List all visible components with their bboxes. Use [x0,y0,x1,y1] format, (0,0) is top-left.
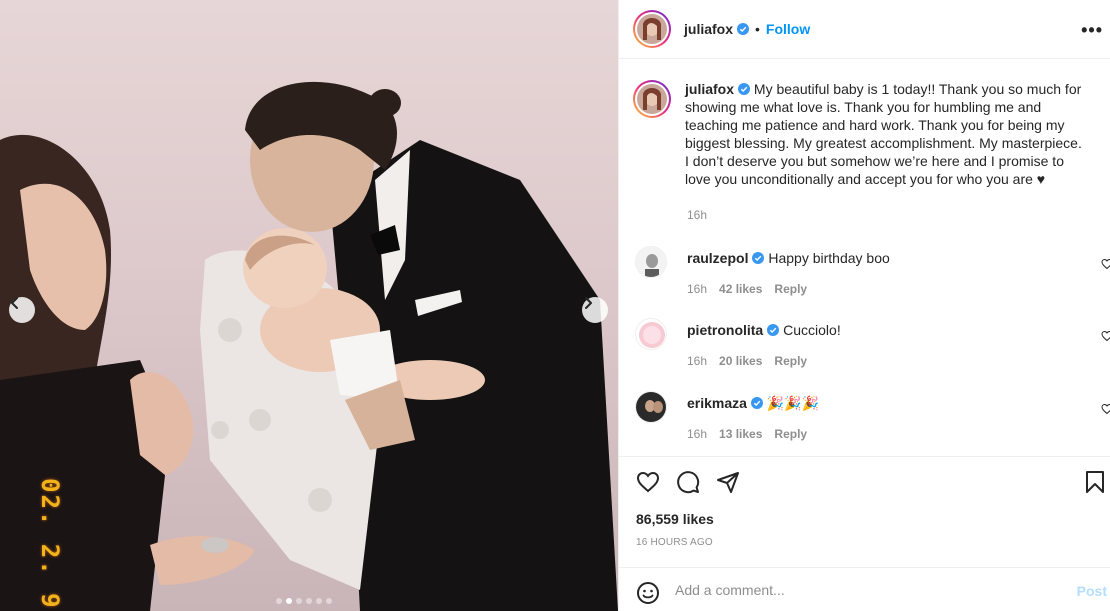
avatar-image [637,14,667,44]
carousel-prev-button[interactable] [9,297,35,323]
commenter-username[interactable]: erikmaza [687,395,747,411]
comment-composer: Post [619,567,1110,611]
carousel-dot [326,598,332,604]
comment-likes[interactable]: 13 likes [719,427,762,441]
verified-icon [737,23,750,35]
reply-button[interactable]: Reply [774,354,807,368]
verified-icon [750,397,763,409]
comment-icon[interactable] [676,470,700,494]
comment-time[interactable]: 16h [687,427,707,441]
post-header: juliafox • Follow ••• [619,0,1110,59]
post-caption: juliafox My beautiful baby is 1 today!! … [633,80,1087,222]
caption-timestamp[interactable]: 16h [687,208,707,222]
bookmark-icon[interactable] [1084,470,1106,494]
comment-likes[interactable]: 20 likes [719,354,762,368]
caption-text: My beautiful baby is 1 today!! Thank you… [685,81,1082,187]
heart-icon[interactable] [1101,330,1110,342]
post-comment-button[interactable]: Post [1077,583,1107,599]
author-avatar[interactable] [633,10,671,48]
carousel-dot [316,598,322,604]
carousel-dot [286,598,292,604]
author-username[interactable]: juliafox [684,21,733,37]
separator-dot: • [755,21,760,37]
comment-item: pietronolita Cucciolo! 16h 20 likes Repl… [635,318,1110,378]
avatar-image [636,247,666,277]
caption-username[interactable]: juliafox [685,81,734,97]
heart-icon[interactable] [1101,258,1110,270]
carousel-next-button[interactable] [582,297,608,323]
more-options-button[interactable]: ••• [1081,20,1103,41]
comment-text: Cucciolo! [783,322,841,338]
comment-input[interactable] [675,580,1055,600]
photo-illustration [0,81,618,611]
heart-icon[interactable] [636,470,660,494]
comment-text: Happy birthday boo [768,250,890,266]
chevron-left-icon [11,297,18,309]
photo-date-stamp: 02. 2. 9 [36,478,64,610]
commenter-avatar[interactable] [635,246,667,278]
verified-icon [767,324,780,336]
post-photo: 02. 2. 9 [0,0,618,611]
comment-item: raulzepol Happy birthday boo 16h 42 like… [635,246,1110,306]
commenter-username[interactable]: pietronolita [687,322,763,338]
chevron-right-icon [585,297,592,309]
verified-icon [738,83,751,95]
comment-item: erikmaza 🎉🎉🎉 16h 13 likes Reply [635,391,1110,451]
share-icon[interactable] [716,470,740,494]
emoji-icon[interactable] [636,581,660,605]
comment-time[interactable]: 16h [687,354,707,368]
commenter-username[interactable]: raulzepol [687,250,748,266]
post-timestamp[interactable]: 16 HOURS AGO [636,537,713,548]
heart-icon[interactable] [1101,403,1110,415]
avatar-image [636,319,666,349]
verified-icon [752,252,765,264]
post-side-panel: juliafox • Follow ••• juliafox My beauti… [618,0,1110,611]
comment-time[interactable]: 16h [687,282,707,296]
carousel-dot [306,598,312,604]
caption-author-avatar[interactable] [633,80,671,118]
reply-button[interactable]: Reply [774,427,807,441]
post-actions [619,456,1110,510]
carousel-dot [296,598,302,604]
comment-text: 🎉🎉🎉 [766,395,820,411]
commenter-avatar[interactable] [635,391,667,423]
reply-button[interactable]: Reply [774,282,807,296]
carousel-dot [276,598,282,604]
comments-list: juliafox My beautiful baby is 1 today!! … [619,60,1110,456]
avatar-image [636,392,666,422]
like-count[interactable]: 86,559 likes [636,511,714,527]
commenter-avatar[interactable] [635,318,667,350]
comment-likes[interactable]: 42 likes [719,282,762,296]
avatar-image [637,84,667,114]
follow-button[interactable]: Follow [766,21,810,37]
carousel-indicator [276,598,332,604]
